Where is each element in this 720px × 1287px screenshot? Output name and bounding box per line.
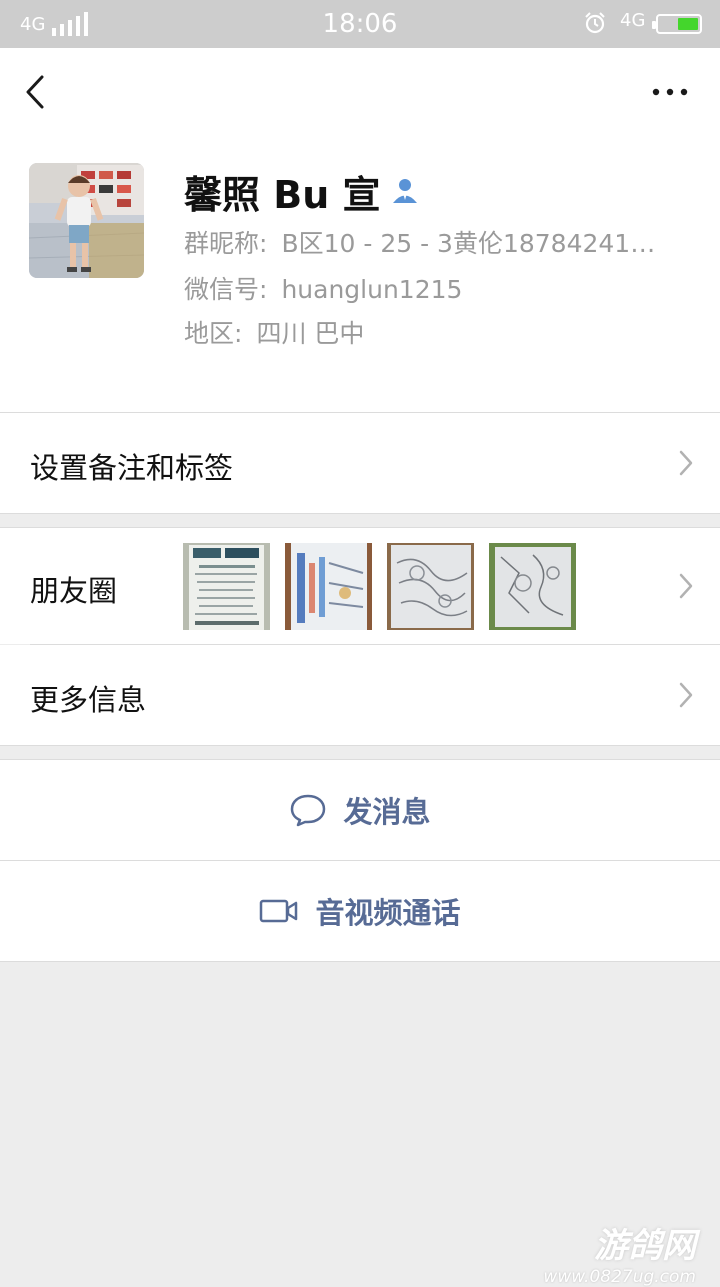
profile-card: 馨照 Bu 宣 群昵称: B区10 - 25 - 3黄伦18784241… 微信号… bbox=[0, 48, 720, 412]
region-value: 四川 巴中 bbox=[256, 319, 365, 348]
back-button[interactable] bbox=[22, 74, 52, 110]
alarm-icon bbox=[585, 12, 605, 34]
avatar[interactable] bbox=[29, 163, 144, 278]
region-label: 地区: bbox=[184, 319, 243, 348]
send-message-button[interactable]: 发消息 bbox=[0, 760, 720, 860]
moments-thumbnail bbox=[489, 543, 576, 630]
wechat-id-value: huanglun1215 bbox=[281, 275, 463, 304]
more-options-button[interactable] bbox=[646, 78, 694, 106]
contact-name: 馨照 Bu 宣 bbox=[184, 172, 381, 217]
group-nickname-value: B区10 - 25 - 3黄伦18784241… bbox=[281, 229, 656, 258]
divider bbox=[0, 745, 720, 746]
more-info-label: 更多信息 bbox=[30, 683, 147, 717]
person-icon bbox=[393, 179, 418, 203]
divider bbox=[0, 961, 720, 962]
moments-thumbnail bbox=[285, 543, 372, 630]
watermark: 游鸽网 www.0827ug.com bbox=[543, 1218, 696, 1287]
chevron-right-icon bbox=[679, 682, 693, 708]
video-camera-icon bbox=[260, 899, 298, 923]
name-row: 馨照 Bu 宣 bbox=[184, 168, 420, 217]
video-call-button[interactable]: 音视频通话 bbox=[0, 861, 720, 961]
watermark-brand: 游鸽网 bbox=[594, 1226, 696, 1266]
set-remark-and-tags-label: 设置备注和标签 bbox=[30, 451, 234, 485]
network-type-secondary: 4G bbox=[620, 10, 646, 31]
chevron-right-icon bbox=[679, 450, 693, 476]
status-time: 18:06 bbox=[322, 9, 398, 39]
chevron-right-icon bbox=[679, 573, 693, 599]
divider bbox=[30, 644, 720, 645]
video-call-label: 音视频通话 bbox=[315, 896, 461, 930]
more-info-row[interactable]: 更多信息 bbox=[0, 645, 720, 745]
send-message-label: 发消息 bbox=[343, 795, 431, 829]
divider bbox=[0, 513, 720, 514]
set-remark-and-tags-row[interactable]: 设置备注和标签 bbox=[0, 413, 720, 513]
region: 地区: 四川 巴中 bbox=[184, 314, 364, 350]
moments-row[interactable]: 朋友圈 bbox=[0, 528, 720, 644]
watermark-url: www.0827ug.com bbox=[543, 1267, 696, 1287]
divider bbox=[0, 860, 720, 861]
group-nickname-label: 群昵称: bbox=[184, 229, 268, 258]
group-nickname: 群昵称: B区10 - 25 - 3黄伦18784241… bbox=[184, 224, 684, 260]
battery-icon bbox=[652, 14, 702, 34]
moments-thumbnail bbox=[183, 543, 270, 630]
moments-thumbnails bbox=[183, 543, 576, 630]
chat-bubble-icon bbox=[291, 794, 326, 827]
moments-thumbnail bbox=[387, 543, 474, 630]
moments-label: 朋友圈 bbox=[30, 574, 118, 608]
wechat-id: 微信号: huanglun1215 bbox=[184, 270, 462, 306]
wechat-id-label: 微信号: bbox=[184, 275, 268, 304]
status-bar: 4G 18:06 4G bbox=[0, 0, 720, 48]
